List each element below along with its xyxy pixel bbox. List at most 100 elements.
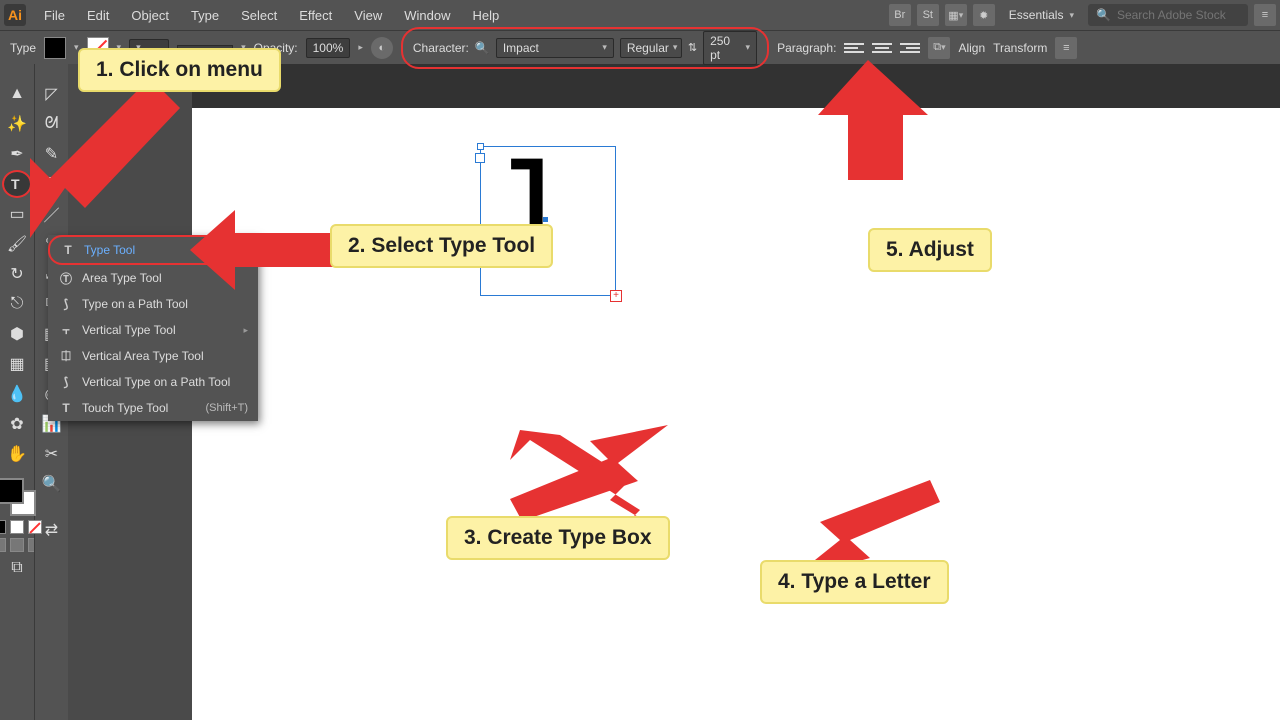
callout-1: 1. Click on menu	[78, 48, 281, 92]
arrange-docs-icon[interactable]: ▦▾	[945, 4, 967, 26]
font-size-field[interactable]: 250 pt ▾	[703, 31, 757, 65]
workspace-switcher[interactable]: Essentials ▾	[1001, 5, 1082, 25]
align-center-button[interactable]	[872, 38, 892, 58]
menu-view[interactable]: View	[344, 4, 392, 27]
menu-object[interactable]: Object	[121, 4, 179, 27]
hand-tool[interactable]: ✋	[4, 442, 30, 466]
shape-builder-tool[interactable]: ⬢	[4, 322, 30, 346]
artboard[interactable]	[192, 108, 1280, 720]
flyout-shortcut: (Shift+T)	[206, 402, 248, 414]
character-controls-group: Character: 🔍 Impact ▾ Regular ▾ ⇅ 250 pt…	[401, 27, 769, 69]
fill-stroke-swatch[interactable]	[0, 478, 36, 516]
bridge-icon[interactable]: Br	[889, 4, 911, 26]
draw-mode-a[interactable]	[0, 538, 6, 552]
flyout-label: Vertical Area Type Tool	[82, 349, 204, 363]
arrow-1	[30, 78, 190, 248]
type-tool[interactable]: T	[4, 172, 30, 196]
fill-swatch[interactable]	[44, 37, 66, 59]
flyout-vertical-type-on-path-tool[interactable]: ⟆ Vertical Type on a Path Tool	[48, 369, 258, 395]
slice-tool[interactable]: ✂	[39, 442, 65, 466]
font-search-icon[interactable]: 🔍	[475, 41, 490, 55]
align-label[interactable]: Align	[958, 41, 985, 55]
width-tool[interactable]: ⎋	[4, 292, 30, 316]
flyout-label: Vertical Type on a Path Tool	[82, 375, 230, 389]
vertical-type-icon: ⫟	[58, 322, 74, 338]
flyout-vertical-area-type-tool[interactable]: ⎅ Vertical Area Type Tool	[48, 343, 258, 369]
mesh-tool[interactable]: ▦	[4, 352, 30, 376]
screen-mode-icon[interactable]: ⧉	[4, 556, 30, 580]
opacity-chevron-icon[interactable]: ▸	[358, 42, 363, 53]
frame-handle-tl[interactable]	[477, 143, 484, 150]
main-menubar: Ai File Edit Object Type Select Effect V…	[0, 0, 1280, 30]
chevron-down-icon: ▾	[1069, 10, 1074, 21]
arrow-2	[190, 205, 340, 295]
font-style-field[interactable]: Regular ▾	[620, 38, 682, 58]
gpu-icon[interactable]: ✹	[973, 4, 995, 26]
touch-type-icon: T	[58, 400, 74, 416]
symbol-sprayer-tool[interactable]: ✿	[4, 412, 30, 436]
panel-toggle-icon[interactable]: ≡	[1254, 4, 1276, 26]
tools-panel-col-a: ▲ ✨ ✒ T ▭ 🖌 ↻ ⎋ ⬢ ▦ 💧 ✿ ✋	[0, 64, 34, 720]
callout-5: 5. Adjust	[868, 228, 992, 272]
font-family-field[interactable]: Impact ▾	[496, 38, 614, 58]
align-panel-icon[interactable]: ⧉▾	[928, 37, 950, 59]
flyout-touch-type-tool[interactable]: T Touch Type Tool (Shift+T)	[48, 395, 258, 421]
search-stock-field[interactable]: 🔍	[1088, 4, 1248, 26]
active-tool-label: Type	[10, 41, 36, 55]
options-overflow-icon[interactable]: ≡	[1055, 37, 1077, 59]
flyout-label: Touch Type Tool	[82, 401, 168, 415]
draw-mode-b[interactable]	[10, 538, 24, 552]
arrow-5	[818, 60, 928, 180]
rotate-tool[interactable]: ↻	[4, 262, 30, 286]
callout-4: 4. Type a Letter	[760, 560, 949, 604]
pen-tool[interactable]: ✒	[4, 142, 30, 166]
eyedropper-tool[interactable]: 💧	[4, 382, 30, 406]
flyout-vertical-type-tool[interactable]: ⫟ Vertical Type Tool ▸	[48, 317, 258, 343]
flyout-label: Area Type Tool	[82, 271, 162, 285]
text-frame[interactable]: J +	[480, 146, 616, 296]
submenu-arrow-icon: ▸	[243, 325, 248, 336]
app-logo: Ai	[4, 4, 26, 26]
paragraph-label: Paragraph:	[777, 41, 836, 55]
menu-effect[interactable]: Effect	[289, 4, 342, 27]
zoom-tool[interactable]: 🔍	[39, 472, 65, 496]
magic-wand-tool[interactable]: ✨	[4, 112, 30, 136]
text-overflow-indicator[interactable]: +	[610, 290, 622, 302]
align-right-button[interactable]	[900, 38, 920, 58]
font-style-value: Regular	[627, 41, 669, 55]
color-mode-solid[interactable]	[0, 520, 6, 534]
text-in-port[interactable]	[475, 153, 485, 163]
vertical-area-type-icon: ⎅	[58, 348, 74, 364]
character-label: Character:	[413, 41, 469, 55]
flyout-label: Vertical Type Tool	[82, 323, 176, 337]
opacity-field[interactable]: 100%	[306, 38, 351, 58]
color-mode-none[interactable]	[28, 520, 42, 534]
search-icon: 🔍	[1096, 8, 1111, 22]
path-type-icon: ⟆	[58, 296, 74, 312]
font-size-value: 250 pt	[710, 34, 741, 62]
menu-type[interactable]: Type	[181, 4, 229, 27]
menu-select[interactable]: Select	[231, 4, 287, 27]
paintbrush-tool[interactable]: 🖌	[4, 232, 30, 256]
menu-window[interactable]: Window	[394, 4, 460, 27]
search-stock-input[interactable]	[1117, 8, 1240, 22]
callout-2: 2. Select Type Tool	[330, 224, 553, 268]
color-mode-gradient[interactable]	[10, 520, 24, 534]
swap-fill-stroke-icon[interactable]: ⇄	[39, 518, 65, 542]
menu-edit[interactable]: Edit	[77, 4, 119, 27]
workspace-label: Essentials	[1009, 8, 1064, 22]
menu-file[interactable]: File	[34, 4, 75, 27]
area-type-icon: Ⓣ	[58, 270, 74, 286]
menu-help[interactable]: Help	[462, 4, 509, 27]
fill-chip[interactable]	[0, 478, 24, 504]
selection-tool[interactable]: ▲	[4, 82, 30, 106]
align-left-button[interactable]	[844, 38, 864, 58]
transform-label[interactable]: Transform	[993, 41, 1047, 55]
callout-3: 3. Create Type Box	[446, 516, 670, 560]
stock-icon[interactable]: St	[917, 4, 939, 26]
size-stepper-icon[interactable]: ⇅	[688, 41, 697, 54]
recolor-icon[interactable]: ◐	[371, 37, 393, 59]
svg-text:T: T	[11, 176, 20, 192]
rectangle-tool[interactable]: ▭	[4, 202, 30, 226]
font-family-value: Impact	[503, 41, 539, 55]
